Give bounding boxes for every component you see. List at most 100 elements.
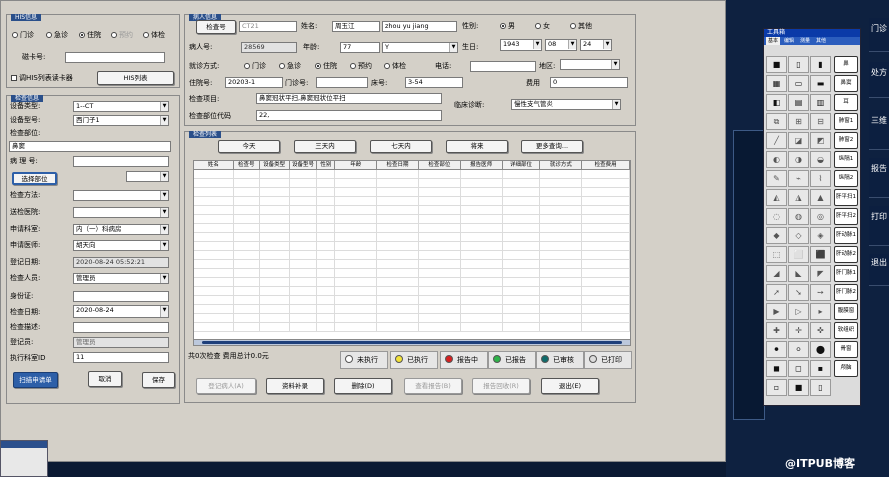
items-input[interactable]: 鼻窦冠状平扫,鼻窦冠状位平扫 xyxy=(256,93,442,104)
toolbox-tab-edit[interactable]: 编辑 xyxy=(782,37,796,45)
gender-radio-female[interactable]: 女 xyxy=(535,22,550,31)
visit-radio-appointment[interactable]: 预约 xyxy=(350,62,372,71)
table-row[interactable] xyxy=(194,224,630,233)
col-header[interactable]: 就诊方式 xyxy=(540,161,583,169)
tool-icon[interactable]: ⬛ xyxy=(810,246,831,263)
exec-room-input[interactable]: 11 xyxy=(73,352,169,363)
tool-icon[interactable]: ▯ xyxy=(788,56,809,73)
status-reported[interactable]: 已报告 xyxy=(488,351,536,369)
tool-icon[interactable]: ⧉ xyxy=(766,113,787,130)
menu-prescription[interactable]: 处方 xyxy=(869,62,889,98)
tool-icon[interactable]: ⬤ xyxy=(810,341,831,358)
table-row[interactable] xyxy=(194,314,630,323)
hospital-select[interactable]: ▼ xyxy=(73,207,169,218)
tool-icon[interactable]: ◒ xyxy=(810,151,831,168)
col-header[interactable]: 年龄 xyxy=(335,161,378,169)
menu-3d[interactable]: 三维 xyxy=(869,110,889,150)
col-header[interactable]: 检查费用 xyxy=(582,161,630,169)
his-radio-checkup[interactable]: 体检 xyxy=(143,31,165,40)
status-reporting[interactable]: 报告中 xyxy=(440,351,488,369)
more-query-button[interactable]: 更多查询... xyxy=(521,140,583,153)
device-type-select[interactable]: 1--CT ▼ xyxy=(73,101,169,112)
save-button[interactable]: 保存 xyxy=(142,372,175,388)
tool-icon[interactable]: ⊞ xyxy=(788,113,809,130)
window-preset-nose[interactable]: 鼻 xyxy=(834,56,858,73)
tool-icon[interactable]: ➚ xyxy=(766,284,787,301)
tool-icon[interactable]: ■ xyxy=(788,379,809,396)
choose-part-button[interactable]: 选择部位 xyxy=(12,172,57,185)
fee-input[interactable]: 0 xyxy=(550,77,628,88)
window-preset-bone[interactable]: 骨窗 xyxy=(834,341,858,358)
pinyin-input[interactable]: zhou yu jiang xyxy=(382,21,457,32)
name-input[interactable]: 周玉江 xyxy=(332,21,380,32)
window-preset-liver-artery2[interactable]: 肝动脉2 xyxy=(834,246,858,263)
table-row[interactable] xyxy=(194,215,630,224)
window-preset-lung2[interactable]: 肺窗2 xyxy=(834,132,858,149)
window-preset-sinus[interactable]: 鼻窦 xyxy=(834,75,858,92)
tool-icon[interactable]: ▸ xyxy=(810,303,831,320)
table-row[interactable] xyxy=(194,305,630,314)
window-preset-mediastinum2[interactable]: 纵隔2 xyxy=(834,170,858,187)
supplement-data-button[interactable]: 资料补录 xyxy=(266,378,324,394)
age-input[interactable]: 77 xyxy=(340,42,380,53)
tool-icon[interactable]: ◐ xyxy=(766,151,787,168)
tool-icon[interactable]: ▶ xyxy=(766,303,787,320)
tool-icon[interactable]: ⊟ xyxy=(810,113,831,130)
tool-icon[interactable]: ◪ xyxy=(788,132,809,149)
tool-icon[interactable]: ▮ xyxy=(810,56,831,73)
window-preset-liver-artery1[interactable]: 肝动脉1 xyxy=(834,227,858,244)
register-patient-button[interactable]: 登记病人(A) xyxy=(196,378,256,394)
col-header[interactable]: 设备型号 xyxy=(290,161,318,169)
window-preset-lung1[interactable]: 肺窗1 xyxy=(834,113,858,130)
dept-select[interactable]: 内（一）科病房 ▼ xyxy=(73,224,169,235)
his-radio-appointment[interactable]: 预约 xyxy=(111,31,133,40)
his-radio-outpatient[interactable]: 门诊 xyxy=(12,31,34,40)
gender-radio-other[interactable]: 其他 xyxy=(570,22,592,31)
tool-icon[interactable]: ◢ xyxy=(766,265,787,282)
report-recall-button[interactable]: 报告回收(R) xyxy=(472,378,530,394)
phone-input[interactable] xyxy=(470,61,536,72)
table-row[interactable] xyxy=(194,251,630,260)
table-row[interactable] xyxy=(194,242,630,251)
his-radio-emergency[interactable]: 急诊 xyxy=(46,31,68,40)
filter-7days-button[interactable]: 七天内 xyxy=(370,140,432,153)
col-header[interactable]: 详细部位 xyxy=(503,161,541,169)
window-preset-brain[interactable]: 颅脑 xyxy=(834,360,858,377)
exam-table[interactable]: 姓名 检查号 设备类型 设备型号 性别 年龄 检查日期 检查部位 报告医师 详细… xyxy=(193,160,631,346)
tool-icon[interactable]: ✚ xyxy=(766,322,787,339)
visit-radio-inpatient[interactable]: 住院 xyxy=(315,62,337,71)
read-card-checkbox[interactable]: 调HIS列表读卡器 xyxy=(11,74,73,83)
tool-icon[interactable]: ⌇ xyxy=(810,170,831,187)
col-header[interactable]: 报告医师 xyxy=(461,161,503,169)
exit-button[interactable]: 退出(E) xyxy=(541,378,599,394)
view-report-button[interactable]: 查看报告(B) xyxy=(404,378,462,394)
his-list-button[interactable]: HIS列表 xyxy=(97,71,174,85)
filter-today-button[interactable]: 今天 xyxy=(218,140,280,153)
tool-icon[interactable]: ◇ xyxy=(788,227,809,244)
pathology-input[interactable] xyxy=(73,156,169,167)
diagnosis-select[interactable]: 慢性支气管炎 ▼ xyxy=(511,99,621,110)
filter-3days-button[interactable]: 三天内 xyxy=(294,140,356,153)
tool-icon[interactable]: ⚫ xyxy=(766,341,787,358)
part-code-input[interactable]: 22, xyxy=(256,110,442,121)
tool-icon[interactable]: ◻ xyxy=(788,360,809,377)
part-input[interactable]: 鼻窦 xyxy=(9,141,171,152)
tool-icon[interactable]: ▦ xyxy=(766,75,787,92)
tool-icon[interactable]: ◆ xyxy=(766,227,787,244)
col-header[interactable]: 姓名 xyxy=(194,161,234,169)
tool-icon[interactable]: ➘ xyxy=(788,284,809,301)
table-row[interactable] xyxy=(194,206,630,215)
table-row[interactable] xyxy=(194,296,630,305)
window-preset-portal2[interactable]: 肝门脉2 xyxy=(834,284,858,301)
toolbox-tab-measure[interactable]: 测量 xyxy=(798,37,812,45)
scan-request-button[interactable]: 扫描申请单 xyxy=(13,372,58,388)
visit-radio-checkup[interactable]: 体检 xyxy=(384,62,406,71)
window-preset-liver-plain1[interactable]: 肝平扫1 xyxy=(834,189,858,206)
tool-icon[interactable]: ▲ xyxy=(810,189,831,206)
window-preset-ear[interactable]: 耳 xyxy=(834,94,858,111)
staff-select[interactable]: 管理员 ▼ xyxy=(73,273,169,284)
visit-radio-emergency[interactable]: 急诊 xyxy=(279,62,301,71)
tool-icon[interactable]: ◧ xyxy=(766,94,787,111)
table-row[interactable] xyxy=(194,179,630,188)
tool-icon[interactable]: ⚪ xyxy=(788,341,809,358)
